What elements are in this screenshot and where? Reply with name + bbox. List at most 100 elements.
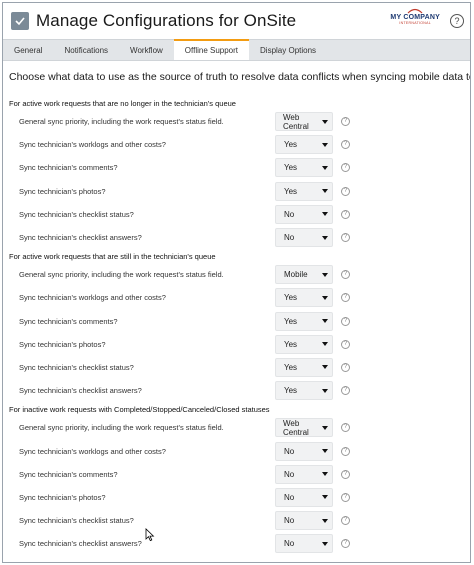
help-icon[interactable]: ?	[341, 117, 350, 127]
chevron-down-icon	[322, 119, 328, 124]
chevron-down-icon	[322, 235, 328, 240]
help-icon[interactable]: ?	[341, 446, 350, 456]
setting-row: Sync technician's checklist answers? No?	[9, 532, 470, 555]
help-icon[interactable]: ?	[341, 362, 350, 372]
tab-bar: General Notifications Workflow Offline Supp…	[3, 39, 470, 61]
help-icon[interactable]: ?	[341, 270, 350, 280]
setting-select[interactable]: Mobile	[275, 265, 333, 285]
company-subtitle: INTERNATIONAL	[399, 21, 432, 25]
company-name: MY COMPANY	[390, 14, 440, 21]
setting-label: Sync technician's checklist status?	[19, 209, 134, 219]
chevron-down-icon	[322, 425, 328, 430]
setting-label: General sync priority, including the wor…	[19, 423, 224, 433]
section-title: For active work requests that are no lon…	[9, 98, 236, 108]
help-icon[interactable]: ?	[341, 386, 350, 396]
chevron-down-icon	[322, 295, 328, 300]
help-icon[interactable]: ?	[341, 163, 350, 173]
setting-select[interactable]: No	[275, 441, 333, 461]
help-icon[interactable]: ?	[341, 140, 350, 150]
help-icon[interactable]: ?	[341, 316, 350, 326]
setting-select[interactable]: No	[275, 228, 333, 248]
select-value: No	[284, 539, 295, 549]
help-icon[interactable]: ?	[341, 492, 350, 502]
setting-select[interactable]: Yes	[275, 311, 333, 331]
setting-select[interactable]: No	[275, 204, 333, 224]
mouse-cursor-icon	[145, 528, 155, 542]
setting-select[interactable]: Yes	[275, 181, 333, 201]
setting-row: Sync technician's worklogs and other cos…	[9, 286, 470, 309]
setting-label: Sync technician's worklogs and other cos…	[19, 446, 166, 456]
setting-select[interactable]: No	[275, 487, 333, 507]
chevron-down-icon	[322, 165, 328, 170]
help-icon[interactable]: ?	[450, 14, 464, 28]
help-icon[interactable]: ?	[341, 293, 350, 303]
setting-row: Sync technician's comments? No?	[9, 463, 470, 486]
chevron-down-icon	[322, 449, 328, 454]
select-value: No	[284, 446, 295, 456]
help-icon[interactable]: ?	[341, 186, 350, 196]
setting-label: Sync technician's photos?	[19, 339, 106, 349]
chevron-down-icon	[322, 472, 328, 477]
select-value: Web Central	[283, 112, 309, 131]
setting-select[interactable]: No	[275, 511, 333, 531]
setting-label: Sync technician's photos?	[19, 492, 106, 502]
help-icon[interactable]: ?	[341, 516, 350, 526]
setting-row: Sync technician's checklist answers? Yes?	[9, 379, 470, 402]
setting-select[interactable]: Web Central	[275, 112, 333, 132]
select-value: Yes	[284, 293, 298, 303]
sections-container: For active work requests that are no lon…	[9, 96, 470, 555]
setting-label: General sync priority, including the wor…	[19, 270, 224, 280]
chevron-down-icon	[322, 541, 328, 546]
setting-label: Sync technician's comments?	[19, 316, 118, 326]
setting-select[interactable]: Yes	[275, 288, 333, 308]
help-icon[interactable]: ?	[341, 539, 350, 549]
setting-label: Sync technician's checklist status?	[19, 516, 134, 526]
setting-select[interactable]: No	[275, 464, 333, 484]
help-icon[interactable]: ?	[341, 233, 350, 243]
page-heading: Choose what data to use as the source of…	[9, 71, 470, 83]
select-value: Yes	[284, 186, 298, 196]
select-value: Yes	[284, 163, 298, 173]
app-logo-icon	[11, 12, 29, 30]
help-icon[interactable]: ?	[341, 339, 350, 349]
setting-row: Sync technician's photos? Yes?	[9, 333, 470, 356]
setting-select[interactable]: Yes	[275, 381, 333, 401]
select-value: Yes	[284, 316, 298, 326]
chevron-down-icon	[322, 342, 328, 347]
setting-row: Sync technician's photos? Yes?	[9, 180, 470, 203]
chevron-down-icon	[322, 212, 328, 217]
section-title: For active work requests that are still …	[9, 251, 216, 261]
page-title: Manage Configurations for OnSite	[36, 11, 297, 30]
tab-workflow[interactable]: Workflow	[119, 40, 174, 60]
setting-label: Sync technician's checklist answers?	[19, 386, 142, 396]
chevron-down-icon	[322, 365, 328, 370]
setting-select[interactable]: Yes	[275, 357, 333, 377]
tab-offline-support[interactable]: Offline Support	[173, 39, 250, 60]
help-icon[interactable]: ?	[341, 469, 350, 479]
setting-select[interactable]: No	[275, 534, 333, 554]
select-value: Yes	[284, 339, 298, 349]
select-value: No	[284, 233, 295, 243]
help-icon[interactable]: ?	[341, 423, 350, 433]
tab-notifications[interactable]: Notifications	[53, 40, 119, 60]
setting-label: Sync technician's checklist answers?	[19, 539, 142, 549]
setting-row: Sync technician's comments? Yes?	[9, 310, 470, 333]
setting-label: General sync priority, including the wor…	[19, 117, 224, 127]
chevron-down-icon	[322, 388, 328, 393]
section-title: For inactive work requests with Complete…	[9, 404, 270, 414]
setting-label: Sync technician's worklogs and other cos…	[19, 293, 166, 303]
tab-general[interactable]: General	[3, 40, 53, 60]
setting-select[interactable]: Web Central	[275, 418, 333, 438]
setting-select[interactable]: Yes	[275, 135, 333, 155]
help-icon[interactable]: ?	[341, 209, 350, 219]
tab-display-options[interactable]: Display Options	[249, 40, 327, 60]
setting-select[interactable]: Yes	[275, 158, 333, 178]
setting-label: Sync technician's checklist answers?	[19, 233, 142, 243]
header: Manage Configurations for OnSite MY COMP…	[3, 3, 470, 39]
setting-label: Sync technician's comments?	[19, 469, 118, 479]
select-value: Yes	[284, 362, 298, 372]
setting-select[interactable]: Yes	[275, 334, 333, 354]
company-arc-icon	[407, 8, 423, 14]
select-value: Mobile	[284, 270, 308, 280]
setting-row: General sync priority, including the wor…	[9, 110, 470, 133]
